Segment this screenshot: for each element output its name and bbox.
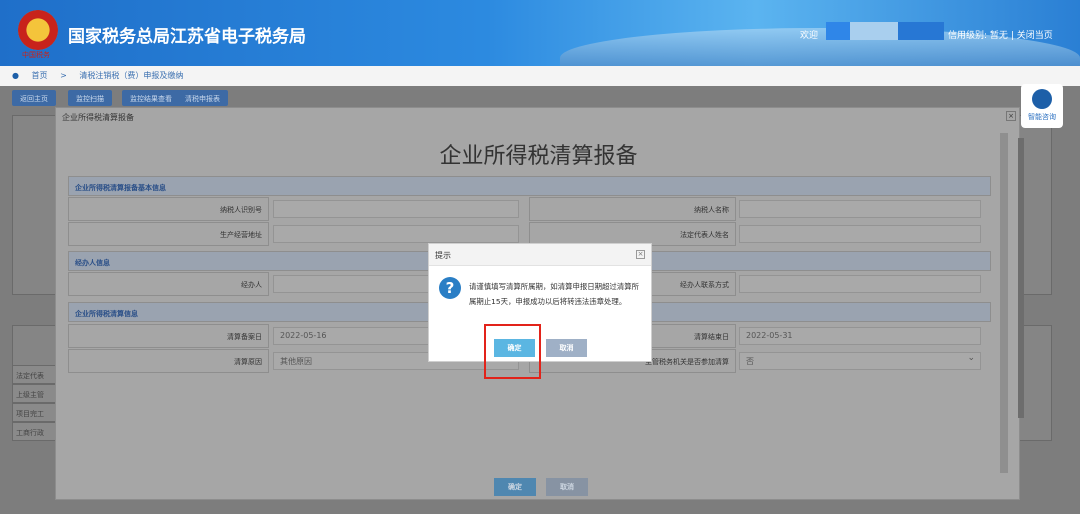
site-title: 国家税务总局江苏省电子税务局 — [68, 27, 306, 47]
label-address: 生产经营地址 — [68, 222, 269, 246]
taxpayer-name-field[interactable] — [739, 200, 981, 218]
taxpayer-id-field[interactable] — [273, 200, 519, 218]
separator: | — [1010, 31, 1014, 41]
breadcrumb-sep: > — [60, 71, 67, 80]
tab-monitor-scan[interactable]: 监控扫描 — [68, 90, 112, 106]
label-agent: 经办人 — [68, 272, 269, 296]
close-icon[interactable]: × — [636, 250, 645, 259]
location-pin-icon: ● — [12, 71, 19, 80]
credit-info: 信用级别: 暂无 | 关闭当页 — [948, 28, 1053, 41]
end-date-field[interactable]: 2022-05-31 — [739, 327, 981, 345]
headset-icon — [1032, 89, 1052, 109]
section-basic-info: 企业所得税清算报备基本信息 — [68, 176, 991, 196]
label-taxpayer-id: 纳税人识别号 — [68, 197, 269, 221]
background-row-label: 法定代表 — [12, 365, 58, 384]
form-scroll-area — [1000, 133, 1008, 473]
header: 中国税务 国家税务总局江苏省电子税务局 欢迎 信用级别: 暂无 | 关闭当页 — [0, 0, 1080, 66]
window-title: 企业所得税清算报备 — [62, 113, 134, 122]
dialog-cancel-button[interactable]: 取消 — [546, 339, 587, 357]
label-reason: 清算原因 — [68, 349, 269, 373]
background-row-label: 工商行政 — [12, 422, 58, 441]
agent-contact-field[interactable] — [739, 275, 981, 293]
scrollbar[interactable] — [1018, 138, 1024, 418]
dialog-title: 提示 — [429, 244, 651, 266]
label-start-date: 清算备案日 — [68, 324, 269, 348]
form-confirm-button[interactable]: 确定 — [494, 478, 536, 496]
redacted-username — [826, 22, 850, 40]
dialog-message: 请谨慎填写清算所属期，如清算申报日期超过清算所属期止15天，申报成功以后将转违法… — [469, 282, 639, 306]
redacted-username — [898, 22, 944, 40]
question-icon: ? — [439, 277, 461, 299]
tab-monitor-results[interactable]: 监控结果查看 — [122, 90, 180, 106]
tab-declaration[interactable]: 清税申报表 — [177, 90, 228, 106]
credit-value: 暂无 — [989, 31, 1008, 41]
breadcrumb-current: 清税注销税（费）申报及缴纳 — [79, 71, 184, 80]
background-row-label: 上级主管 — [12, 384, 58, 403]
emblem-caption: 中国税务 — [22, 51, 50, 59]
background-row-label: 项目完工 — [12, 403, 58, 422]
smart-consult-button[interactable]: 智能咨询 — [1021, 84, 1063, 128]
tax-emblem-logo — [18, 10, 58, 50]
tab-home[interactable]: 返回主页 — [12, 90, 56, 106]
label-taxpayer-name: 纳税人名称 — [529, 197, 736, 221]
credit-label: 信用级别: — [948, 31, 988, 41]
highlight-box — [484, 324, 541, 379]
redacted-username — [850, 22, 898, 40]
close-page-link[interactable]: 关闭当页 — [1017, 31, 1053, 41]
tax-org-select[interactable]: 否 — [739, 352, 981, 370]
address-field[interactable] — [273, 225, 519, 243]
breadcrumb: ● 首页 > 清税注销税（费）申报及缴纳 — [0, 66, 1080, 86]
form-cancel-button[interactable]: 取消 — [546, 478, 588, 496]
close-icon[interactable]: × — [1006, 111, 1016, 121]
form-title: 企业所得税清算报备 — [439, 144, 638, 169]
breadcrumb-home[interactable]: 首页 — [32, 71, 48, 80]
smart-consult-label: 智能咨询 — [1028, 113, 1056, 121]
legal-rep-field[interactable] — [739, 225, 981, 243]
welcome-text: 欢迎 — [800, 31, 819, 41]
